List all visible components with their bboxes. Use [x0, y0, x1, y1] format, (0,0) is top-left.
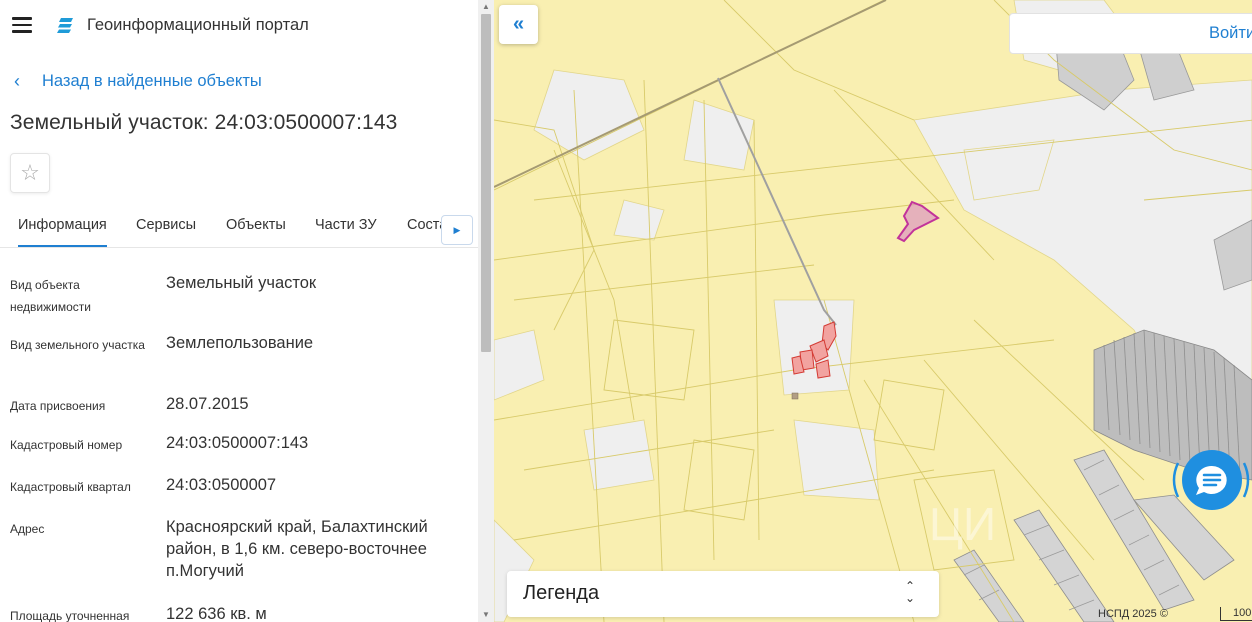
- portal-logo-icon: [57, 18, 73, 33]
- star-icon: ☆: [20, 160, 40, 185]
- info-value: Красноярский край, Балахтинский район, в…: [166, 518, 428, 580]
- info-value: 24:03:0500007: [166, 476, 277, 494]
- login-button[interactable]: Войти: [1009, 13, 1252, 54]
- map-copyright: НСПД 2025 ©: [1098, 608, 1168, 620]
- panel-scrollbar[interactable]: ▲ ▼: [478, 0, 494, 622]
- login-label: Войти: [1209, 24, 1252, 42]
- map-layer: ЦИ: [494, 0, 1252, 622]
- chat-wave-left: [1172, 462, 1180, 498]
- info-label: Вид объекта недвижимости: [10, 278, 91, 314]
- app-title: Геоинформационный портал: [87, 16, 309, 34]
- info-label: Площадь уточненная: [10, 609, 130, 622]
- menu-icon[interactable]: [12, 17, 32, 33]
- info-label: Кадастровый квартал: [10, 480, 131, 494]
- back-link-label: Назад в найденные объекты: [42, 72, 262, 90]
- chat-button[interactable]: [1170, 447, 1252, 513]
- app-header: Геоинформационный портал: [0, 0, 478, 50]
- legend-panel[interactable]: Легенда ⌃ ⌄: [507, 571, 939, 617]
- caret-right-icon: ▶: [453, 224, 461, 235]
- info-label: Адрес: [10, 522, 45, 536]
- tab-parts[interactable]: Части ЗУ: [315, 217, 377, 233]
- map-canvas[interactable]: ЦИ: [494, 0, 1252, 622]
- info-value: 24:03:0500007:143: [166, 434, 309, 452]
- object-panel: Геоинформационный портал ‹ Назад в найде…: [0, 0, 478, 622]
- info-label: Кадастровый номер: [10, 438, 123, 452]
- tabs-scroll-right-button[interactable]: ▶: [441, 215, 473, 245]
- tab-services[interactable]: Сервисы: [136, 217, 196, 233]
- info-value: 28.07.2015: [166, 395, 249, 413]
- info-value: Земельный участок: [166, 274, 317, 292]
- expand-collapse-icon: ⌃ ⌄: [905, 579, 916, 605]
- info-value: Землепользование: [166, 334, 314, 352]
- map-scale-bar: 100: [1220, 607, 1252, 621]
- legend-label: Легенда: [523, 582, 600, 604]
- tab-bar: Информация Сервисы Объекты Части ЗУ Сост…: [0, 206, 478, 248]
- svg-text:ЦИ: ЦИ: [929, 498, 996, 550]
- info-label: Вид земельного участка: [10, 338, 145, 352]
- favorite-button[interactable]: ☆: [10, 153, 50, 193]
- tab-objects[interactable]: Объекты: [226, 217, 286, 233]
- page-title: Земельный участок: 24:03:0500007:143: [10, 111, 398, 134]
- scroll-up-icon[interactable]: ▲: [482, 2, 490, 11]
- scroll-down-icon[interactable]: ▼: [482, 610, 490, 619]
- chevron-left-icon: ‹: [14, 71, 20, 91]
- collapse-panel-button[interactable]: «: [499, 5, 538, 44]
- info-value: 122 636 кв. м: [166, 605, 267, 622]
- map-scale-label: 100: [1233, 607, 1252, 619]
- back-to-results-link[interactable]: ‹ Назад в найденные объекты: [14, 71, 262, 92]
- tab-information[interactable]: Информация: [18, 217, 107, 247]
- scrollbar-thumb[interactable]: [481, 14, 491, 352]
- double-chevron-left-icon: «: [512, 13, 525, 35]
- info-label: Дата присвоения: [10, 399, 106, 413]
- chat-wave-right: [1242, 462, 1250, 498]
